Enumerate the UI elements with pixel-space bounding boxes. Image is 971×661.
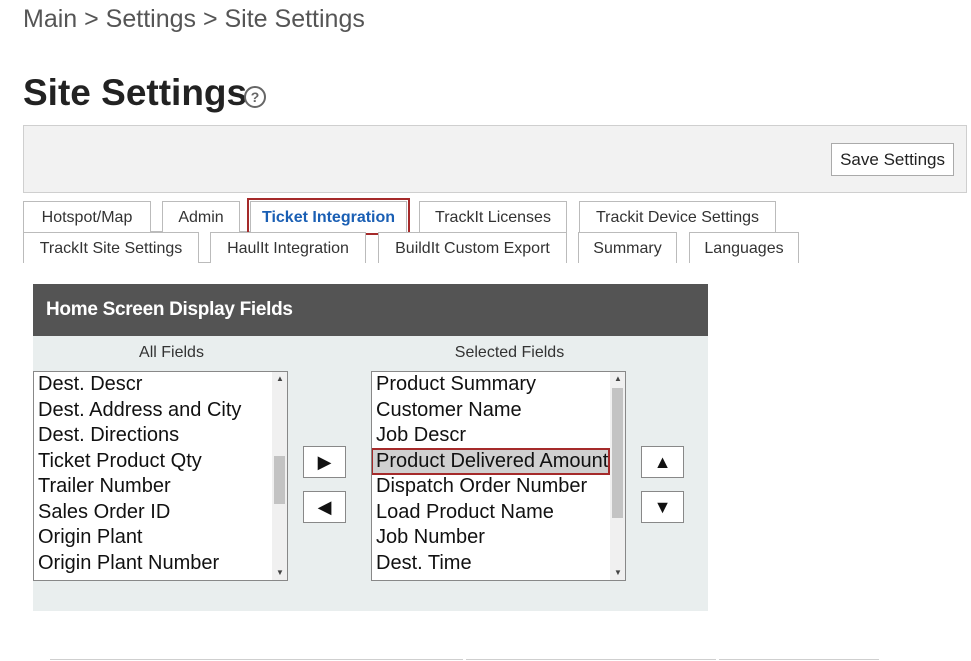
remove-field-button[interactable]: ◀ <box>303 491 346 523</box>
tab-summary[interactable]: Summary <box>578 232 677 263</box>
scroll-down-arrow-icon[interactable]: ▼ <box>276 568 284 578</box>
list-item[interactable]: Dest. Directions <box>34 423 287 449</box>
help-icon[interactable]: ? <box>244 86 266 108</box>
scroll-thumb[interactable] <box>274 456 285 504</box>
tab-trackit-site-settings[interactable]: TrackIt Site Settings <box>23 232 199 263</box>
tab-languages[interactable]: Languages <box>689 232 799 263</box>
scroll-down-arrow-icon[interactable]: ▼ <box>614 568 622 578</box>
list-item[interactable]: Job Descr <box>372 423 625 449</box>
tab-haulit-integration[interactable]: HaulIt Integration <box>210 232 366 263</box>
selected-fields-scrollbar[interactable]: ▲ ▼ <box>610 372 625 580</box>
list-item[interactable]: Dest. Address and City <box>34 398 287 424</box>
scroll-up-arrow-icon[interactable]: ▲ <box>276 374 284 384</box>
all-fields-scrollbar[interactable]: ▲ ▼ <box>272 372 287 580</box>
scroll-up-arrow-icon[interactable]: ▲ <box>614 374 622 384</box>
list-item[interactable]: Dest. Descr <box>34 372 287 398</box>
add-field-button[interactable]: ▶ <box>303 446 346 478</box>
tab-admin[interactable]: Admin <box>162 201 240 232</box>
settings-toolbar: Save Settings <box>23 125 967 193</box>
list-item[interactable]: Dispatch Order Number <box>372 474 625 500</box>
all-fields-label: All Fields <box>139 344 204 361</box>
all-fields-list[interactable]: Dest. Descr Dest. Address and City Dest.… <box>33 371 288 581</box>
list-item[interactable]: Sales Order ID <box>34 500 287 526</box>
breadcrumb: Main > Settings > Site Settings <box>23 5 365 33</box>
list-item[interactable]: Trailer Number <box>34 474 287 500</box>
page-title: Site Settings <box>23 72 248 113</box>
list-item[interactable]: Origin Plant <box>34 525 287 551</box>
panel-title: Home Screen Display Fields <box>33 284 708 336</box>
list-item[interactable]: Dest. Time <box>372 551 625 577</box>
move-down-button[interactable]: ▼ <box>641 491 684 523</box>
save-settings-button[interactable]: Save Settings <box>831 143 954 176</box>
selected-fields-label: Selected Fields <box>454 344 565 361</box>
list-item[interactable]: Load Product Name <box>372 500 625 526</box>
divider <box>50 659 463 660</box>
tab-hotspot-map[interactable]: Hotspot/Map <box>23 201 151 232</box>
list-item[interactable]: Ticket Product Qty <box>34 449 287 475</box>
list-item[interactable]: Customer Name <box>372 398 625 424</box>
home-screen-display-fields-panel: Home Screen Display Fields All Fields Se… <box>33 284 708 611</box>
tab-buildit-custom-export[interactable]: BuildIt Custom Export <box>378 232 567 263</box>
selected-fields-list[interactable]: Product Summary Customer Name Job Descr … <box>371 371 626 581</box>
tab-ticket-integration[interactable]: Ticket Integration <box>247 198 410 235</box>
tab-trackit-device-settings[interactable]: Trackit Device Settings <box>579 201 776 232</box>
tab-trackit-licenses[interactable]: TrackIt Licenses <box>419 201 567 232</box>
move-up-button[interactable]: ▲ <box>641 446 684 478</box>
list-item-selected[interactable]: Product Delivered Amount <box>372 447 610 475</box>
list-item[interactable]: Origin Plant Number <box>34 551 287 577</box>
list-item[interactable]: Job Number <box>372 525 625 551</box>
divider <box>719 659 879 660</box>
divider <box>466 659 716 660</box>
scroll-thumb[interactable] <box>612 388 623 518</box>
list-item[interactable]: Product Summary <box>372 372 625 398</box>
